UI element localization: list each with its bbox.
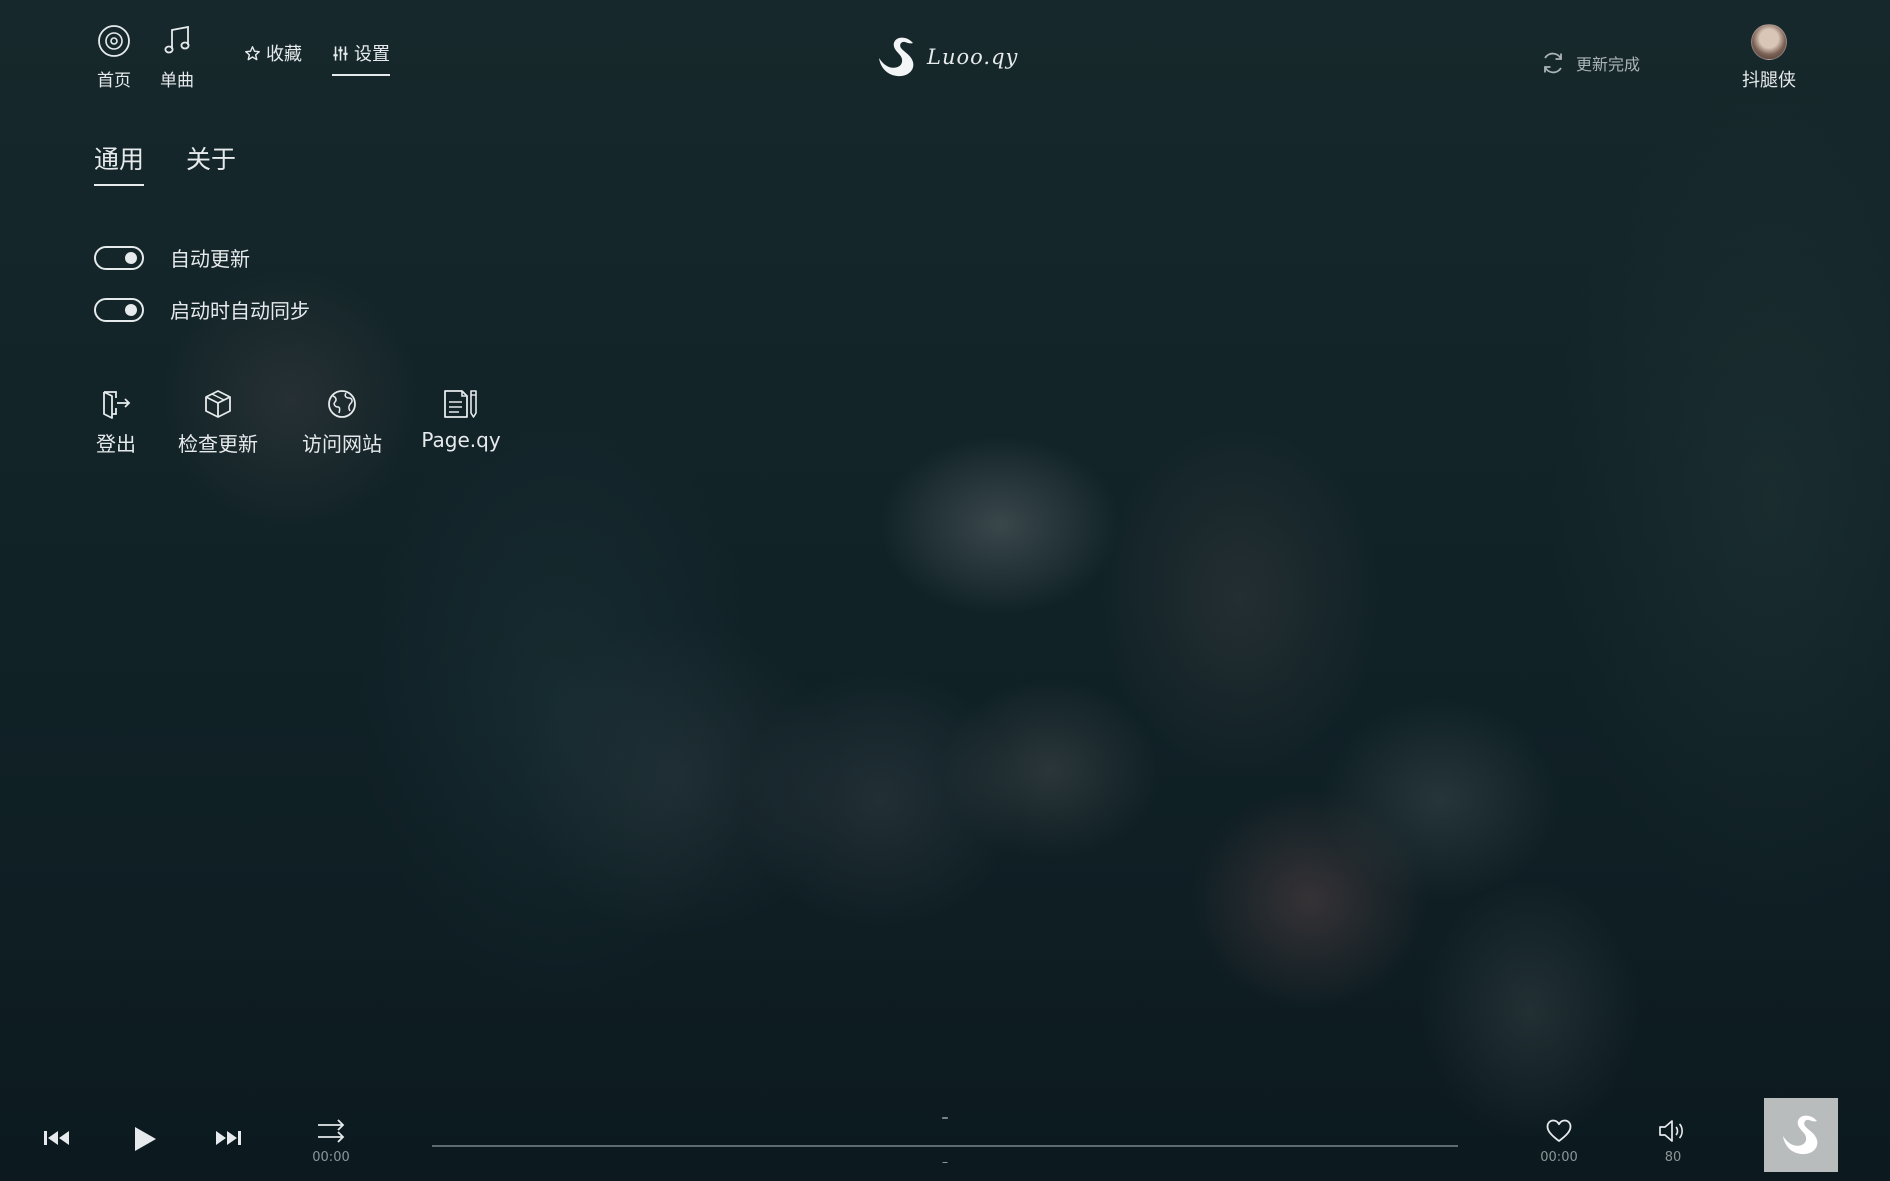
auto-update-setting: 自动更新	[94, 243, 250, 272]
toggle-knob	[125, 303, 137, 316]
user-profile[interactable]: 抖腿侠	[1734, 24, 1804, 92]
nav-home[interactable]: 首页	[92, 24, 136, 91]
previous-track-button[interactable]	[42, 1128, 72, 1152]
globe-icon	[328, 390, 356, 418]
sliders-icon	[333, 45, 348, 61]
update-status[interactable]: 更新完成	[1540, 50, 1640, 76]
volume-control[interactable]: 80	[1655, 1118, 1691, 1165]
album-cover[interactable]	[1764, 1098, 1838, 1172]
skip-forward-icon	[216, 1131, 241, 1145]
page-qy-button[interactable]: Page.qy	[421, 388, 501, 452]
app-logo: Luoo.qy	[875, 34, 1018, 80]
nav-favorites-label: 收藏	[266, 44, 302, 65]
update-status-text: 更新完成	[1576, 55, 1641, 74]
skip-back-icon	[44, 1131, 69, 1145]
track-artist: –	[942, 1155, 948, 1169]
progress-bar[interactable]	[432, 1145, 1458, 1147]
logo-text: Luoo.qy	[927, 45, 1019, 69]
auto-sync-toggle[interactable]	[94, 297, 144, 322]
current-time: 00:00	[312, 1150, 350, 1165]
logout-label: 登出	[96, 432, 136, 456]
total-time: 00:00	[1540, 1150, 1578, 1165]
logout-button[interactable]: 登出	[93, 388, 139, 457]
volume-value: 80	[1664, 1150, 1682, 1165]
swan-logo-icon	[879, 37, 914, 77]
nav-settings-label: 设置	[354, 44, 390, 65]
user-name: 抖腿侠	[1742, 70, 1796, 91]
play-button[interactable]	[132, 1125, 158, 1157]
check-update-button[interactable]: 检查更新	[175, 388, 261, 457]
visit-website-label: 访问网站	[302, 432, 382, 456]
nav-single[interactable]: 单曲	[155, 24, 199, 91]
star-icon	[245, 45, 260, 60]
like-button[interactable]: 00:00	[1537, 1118, 1581, 1165]
tab-general[interactable]: 通用	[94, 140, 145, 186]
track-title: –	[941, 1110, 949, 1126]
settings-tabs: 通用 关于	[94, 140, 236, 186]
auto-update-toggle[interactable]	[94, 245, 144, 270]
music-note-icon	[164, 25, 190, 54]
swan-logo-icon	[1783, 1115, 1818, 1155]
nav-settings[interactable]: 设置	[332, 40, 390, 76]
sequential-play-icon	[318, 1119, 345, 1143]
auto-sync-label: 启动时自动同步	[170, 299, 310, 323]
nav-single-label: 单曲	[160, 71, 194, 91]
nav-favorites[interactable]: 收藏	[244, 40, 302, 66]
tab-about[interactable]: 关于	[186, 140, 236, 186]
package-icon	[205, 390, 231, 418]
logout-icon	[103, 391, 131, 419]
visit-website-button[interactable]: 访问网站	[299, 388, 385, 457]
document-pen-icon	[444, 390, 477, 418]
heart-icon	[1546, 1119, 1572, 1142]
play-icon	[135, 1127, 156, 1151]
play-mode-button[interactable]: 00:00	[312, 1118, 350, 1165]
next-track-button[interactable]	[213, 1128, 243, 1152]
auto-update-label: 自动更新	[170, 247, 250, 271]
avatar[interactable]	[1751, 24, 1787, 60]
vinyl-disc-icon	[98, 25, 130, 57]
volume-icon	[1659, 1120, 1683, 1142]
toggle-knob	[125, 251, 137, 264]
auto-sync-setting: 启动时自动同步	[94, 295, 310, 324]
refresh-icon	[1544, 52, 1562, 74]
nav-home-label: 首页	[97, 71, 131, 91]
check-update-label: 检查更新	[178, 432, 258, 456]
page-qy-label: Page.qy	[421, 428, 501, 452]
